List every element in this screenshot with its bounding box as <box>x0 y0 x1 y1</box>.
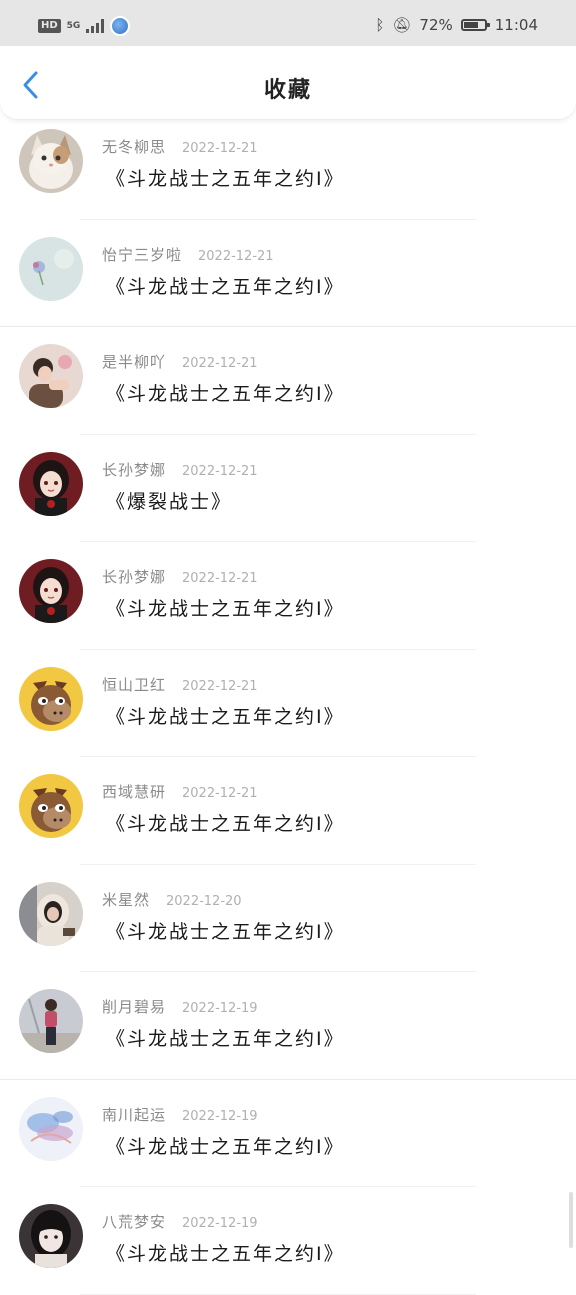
avatar[interactable] <box>19 236 83 301</box>
book-title[interactable]: 《斗龙战士之五年之约I》 <box>106 379 345 406</box>
item-meta: 西域慧研 2022-12-21 <box>102 781 258 802</box>
book-title[interactable]: 《斗龙战士之五年之约I》 <box>106 1239 345 1266</box>
username: 怡宁三岁啦 <box>102 245 183 264</box>
list-item[interactable]: 无冬柳思 2022-12-21 《斗龙战士之五年之约I》 <box>0 112 576 220</box>
book-title[interactable]: 《斗龙战士之五年之约I》 <box>106 1132 345 1159</box>
page-title: 收藏 <box>263 78 312 103</box>
date: 2022-12-21 <box>182 141 258 156</box>
book-title[interactable]: 《斗龙战士之五年之约I》 <box>106 702 345 729</box>
date: 2022-12-19 <box>182 1216 258 1231</box>
item-meta: 八荒梦安 2022-12-19 <box>102 1211 258 1232</box>
username: 米星然 <box>102 890 151 909</box>
divider <box>80 1293 476 1295</box>
item-meta: 是半柳吖 2022-12-21 <box>102 351 258 372</box>
username: 南川起运 <box>102 1105 167 1124</box>
avatar[interactable] <box>19 344 83 408</box>
book-title[interactable]: 《斗龙战士之五年之约I》 <box>106 917 345 944</box>
date: 2022-12-21 <box>182 786 258 801</box>
scrollbar[interactable] <box>569 1192 573 1248</box>
list-item[interactable]: 怡宁三岁啦 2022-12-21 《斗龙战士之五年之约I》 <box>0 220 576 327</box>
avatar[interactable] <box>19 774 83 838</box>
book-title[interactable]: 《斗龙战士之五年之约I》 <box>106 164 345 191</box>
favorites-list: 无冬柳思 2022-12-21 《斗龙战士之五年之约I》 怡宁三岁啦 2022-12-2… <box>0 112 576 1295</box>
username: 八荒梦安 <box>102 1213 167 1231</box>
avatar[interactable] <box>19 989 83 1053</box>
item-meta: 长孙梦娜 2022-12-21 <box>102 459 258 480</box>
date: 2022-12-20 <box>166 893 242 909</box>
username: 无冬柳思 <box>102 138 167 156</box>
battery-percent: 72% <box>419 16 453 34</box>
item-meta: 长孙梦娜 2022-12-21 <box>102 566 258 587</box>
list-item[interactable]: 八荒梦安 2022-12-19 《斗龙战士之五年之约I》 <box>0 1187 576 1295</box>
date: 2022-12-21 <box>182 463 258 479</box>
book-title[interactable]: 《斗龙战士之五年之约I》 <box>106 1024 345 1051</box>
item-meta: 怡宁三岁啦 2022-12-21 <box>102 244 274 265</box>
date: 2022-12-21 <box>198 248 274 264</box>
date: 2022-12-21 <box>182 571 258 586</box>
clock: 11:04 <box>494 16 538 34</box>
hd-badge: HD <box>38 19 61 33</box>
avatar[interactable] <box>19 559 83 623</box>
status-right: ᛒ 🔕︎ 72% 11:04 <box>375 16 538 34</box>
item-meta: 米星然 2022-12-20 <box>102 889 242 910</box>
list-item[interactable]: 米星然 2022-12-20 《斗龙战士之五年之约I》 <box>0 865 576 972</box>
book-title[interactable]: 《斗龙战士之五年之约I》 <box>106 272 345 299</box>
list-item[interactable]: 恒山卫红 2022-12-21 《斗龙战士之五年之约I》 <box>0 650 576 757</box>
username: 削月碧易 <box>102 998 167 1016</box>
list-item[interactable]: 削月碧易 2022-12-19 《斗龙战士之五年之约I》 <box>0 972 576 1080</box>
username: 长孙梦娜 <box>102 568 167 586</box>
item-meta: 无冬柳思 2022-12-21 <box>102 136 258 157</box>
date: 2022-12-19 <box>182 1001 258 1016</box>
book-title[interactable]: 《斗龙战士之五年之约I》 <box>106 594 345 621</box>
avatar[interactable] <box>19 1204 83 1268</box>
app-notification-icon <box>110 16 131 36</box>
date: 2022-12-21 <box>182 356 258 371</box>
book-title[interactable]: 《斗龙战士之五年之约I》 <box>106 809 345 836</box>
date: 2022-12-21 <box>182 678 258 694</box>
avatar[interactable] <box>19 881 83 946</box>
status-left: HD 5G <box>38 16 131 36</box>
username: 恒山卫红 <box>102 675 167 694</box>
date: 2022-12-19 <box>182 1108 258 1124</box>
status-bar: HD 5G ᛒ 🔕︎ 72% 11:04 <box>0 0 576 46</box>
bluetooth-icon: ᛒ <box>375 16 385 34</box>
network-label: 5G <box>66 20 81 31</box>
battery-icon <box>460 19 490 31</box>
list-item[interactable]: 长孙梦娜 2022-12-21 《斗龙战士之五年之约I》 <box>0 542 576 650</box>
item-meta: 南川起运 2022-12-19 <box>102 1104 258 1125</box>
username: 长孙梦娜 <box>102 460 167 479</box>
avatar[interactable] <box>19 1096 83 1161</box>
avatar[interactable] <box>19 666 83 731</box>
avatar[interactable] <box>19 129 83 193</box>
list-item[interactable]: 长孙梦娜 2022-12-21 《爆裂战士》 <box>0 435 576 542</box>
item-meta: 削月碧易 2022-12-19 <box>102 996 258 1017</box>
username: 是半柳吖 <box>102 353 167 371</box>
username: 西域慧研 <box>102 783 167 801</box>
mute-icon: 🔕︎ <box>392 16 412 34</box>
book-title[interactable]: 《爆裂战士》 <box>106 487 232 514</box>
list-item[interactable]: 是半柳吖 2022-12-21 《斗龙战士之五年之约I》 <box>0 327 576 435</box>
header: 收藏 <box>0 46 576 120</box>
avatar[interactable] <box>19 451 83 516</box>
list-item[interactable]: 南川起运 2022-12-19 《斗龙战士之五年之约I》 <box>0 1080 576 1187</box>
list-item[interactable]: 西域慧研 2022-12-21 《斗龙战士之五年之约I》 <box>0 757 576 865</box>
signal-icon <box>86 19 105 33</box>
battery-fill <box>463 22 478 28</box>
item-meta: 恒山卫红 2022-12-21 <box>102 674 258 695</box>
